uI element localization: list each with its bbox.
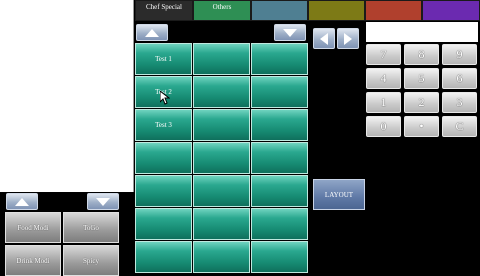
- menu-item-button[interactable]: [193, 109, 250, 141]
- menu-item-button[interactable]: [135, 142, 192, 174]
- right-arrow-icon: [344, 32, 352, 45]
- down-arrow-icon: [283, 28, 297, 37]
- items-scroll-up-button[interactable]: [136, 24, 168, 41]
- modifiers-scroll-up-button[interactable]: [6, 193, 38, 210]
- modifier-label: Food Modi: [17, 223, 49, 232]
- menu-item-button[interactable]: Test 3: [135, 109, 192, 141]
- drink-modifier-button[interactable]: Drink Modi: [5, 245, 61, 276]
- category-tab-others[interactable]: Others: [193, 0, 251, 21]
- category-next-button[interactable]: [337, 28, 359, 49]
- category-tab-6[interactable]: [422, 0, 480, 21]
- menu-item-label: Test 1: [155, 55, 172, 63]
- keypad-key-label: •: [419, 119, 424, 133]
- category-tab-chef-special[interactable]: Chef Special: [135, 0, 193, 21]
- category-tab-4[interactable]: [308, 0, 365, 21]
- menu-item-button[interactable]: [193, 43, 250, 75]
- menu-item-label: Test 3: [155, 121, 172, 129]
- keypad-key[interactable]: 9: [442, 44, 477, 65]
- menu-item-button[interactable]: [251, 175, 308, 207]
- keypad-key-label: 9: [456, 47, 463, 61]
- menu-item-button[interactable]: [135, 208, 192, 240]
- keypad-key[interactable]: 3: [442, 92, 477, 113]
- keypad-display: [366, 22, 478, 42]
- menu-item-button[interactable]: [193, 175, 250, 207]
- category-label: Chef Special: [146, 3, 182, 11]
- up-arrow-icon: [15, 197, 29, 206]
- menu-item-button[interactable]: [193, 208, 250, 240]
- order-panel[interactable]: [0, 0, 134, 192]
- modifier-label: Drink Modi: [16, 256, 50, 265]
- keypad-key-label: 4: [380, 71, 387, 85]
- keypad-key[interactable]: C: [442, 116, 477, 137]
- keypad-key[interactable]: 7: [366, 44, 401, 65]
- menu-item-button[interactable]: Test 1: [135, 43, 192, 75]
- menu-item-button[interactable]: [251, 76, 308, 108]
- keypad-key-label: 1: [380, 95, 387, 109]
- keypad-key-label: 5: [418, 71, 425, 85]
- keypad-key-label: 0: [380, 119, 387, 133]
- modifiers-scroll-down-button[interactable]: [87, 193, 119, 210]
- menu-item-button[interactable]: [193, 76, 250, 108]
- category-tab-3[interactable]: [251, 0, 308, 21]
- keypad-key-label: 3: [456, 95, 463, 109]
- keypad-key[interactable]: •: [404, 116, 439, 137]
- menu-item-button[interactable]: [135, 241, 192, 273]
- category-prev-button[interactable]: [313, 28, 335, 49]
- keypad-key[interactable]: 1: [366, 92, 401, 113]
- togo-modifier-button[interactable]: ToGo: [63, 212, 119, 243]
- keypad-key-label: 6: [456, 71, 463, 85]
- keypad-key[interactable]: 8: [404, 44, 439, 65]
- left-arrow-icon: [320, 32, 328, 45]
- keypad-key[interactable]: 4: [366, 68, 401, 89]
- up-arrow-icon: [145, 28, 159, 37]
- items-scroll-down-button[interactable]: [274, 24, 306, 41]
- menu-item-button[interactable]: [251, 109, 308, 141]
- menu-item-button[interactable]: [251, 142, 308, 174]
- menu-item-button[interactable]: [251, 208, 308, 240]
- keypad-key[interactable]: 5: [404, 68, 439, 89]
- keypad-key-label: 8: [418, 47, 425, 61]
- spicy-modifier-button[interactable]: Spicy: [63, 245, 119, 276]
- keypad-key[interactable]: 6: [442, 68, 477, 89]
- keypad-key-label: C: [455, 119, 464, 133]
- menu-item-button[interactable]: [251, 43, 308, 75]
- layout-button-label: LAYOUT: [324, 190, 354, 199]
- category-tab-5[interactable]: [365, 0, 422, 21]
- layout-button[interactable]: LAYOUT: [313, 179, 365, 210]
- food-modifier-button[interactable]: Food Modi: [5, 212, 61, 243]
- category-label: Others: [212, 3, 232, 11]
- mouse-cursor-icon: [160, 91, 170, 105]
- menu-item-button[interactable]: [135, 175, 192, 207]
- keypad-key-label: 7: [380, 47, 387, 61]
- keypad-key-label: 2: [418, 95, 425, 109]
- menu-item-button[interactable]: [193, 241, 250, 273]
- keypad-key[interactable]: 0: [366, 116, 401, 137]
- menu-item-button[interactable]: [251, 241, 308, 273]
- down-arrow-icon: [96, 197, 110, 206]
- modifier-label: ToGo: [83, 223, 99, 232]
- menu-item-button[interactable]: [193, 142, 250, 174]
- keypad-key[interactable]: 2: [404, 92, 439, 113]
- modifier-label: Spicy: [83, 256, 99, 265]
